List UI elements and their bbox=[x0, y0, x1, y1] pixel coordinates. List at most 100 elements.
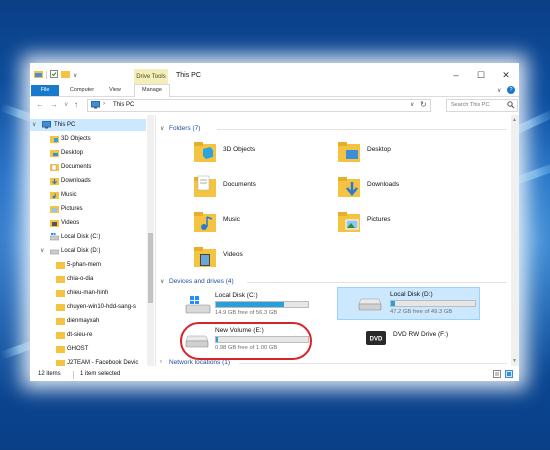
back-icon[interactable]: ← bbox=[36, 100, 44, 109]
folder-documents-icon bbox=[50, 163, 59, 171]
sidebar-item-dienmayxah[interactable]: dienmayxah bbox=[56, 315, 146, 327]
explorer-app-icon bbox=[34, 70, 43, 80]
sidebar-item-label: Desktop bbox=[61, 150, 84, 156]
sidebar-item-documents[interactable]: Documents bbox=[50, 161, 146, 173]
large-icons-view-icon[interactable] bbox=[505, 370, 513, 380]
breadcrumb[interactable]: This PC bbox=[113, 102, 134, 108]
sidebar-item-label: Music bbox=[61, 192, 77, 198]
folder-music-icon bbox=[193, 209, 217, 235]
tab-manage[interactable]: Manage bbox=[134, 84, 170, 97]
collapse-folders-icon[interactable]: ∨ bbox=[160, 125, 164, 132]
sidebar-item-chieu-man-hinh[interactable]: chieu-man-hinh bbox=[56, 287, 146, 299]
scroll-down-icon[interactable]: ▼ bbox=[512, 358, 517, 364]
sidebar-item-local-disk-c[interactable]: Local Disk (C:) bbox=[49, 231, 146, 243]
drive-usage-bar bbox=[215, 301, 309, 308]
maximize-button[interactable]: ☐ bbox=[471, 69, 491, 81]
address-dropdown-icon[interactable]: ∨ bbox=[410, 101, 414, 108]
folder-icon bbox=[56, 289, 65, 297]
folder-downloads-icon bbox=[50, 177, 59, 185]
sidebar-item-label: chieu-man-hinh bbox=[67, 290, 109, 296]
folder-item-videos[interactable]: Videos bbox=[193, 244, 333, 274]
expand-network-icon[interactable]: › bbox=[160, 359, 162, 365]
folder-icon bbox=[56, 261, 65, 269]
folder-item-3d-objects[interactable]: 3D Objects bbox=[193, 139, 333, 169]
drive-icon bbox=[49, 247, 60, 255]
sidebar-scrollbar[interactable] bbox=[147, 115, 154, 366]
folder-music-icon bbox=[50, 191, 59, 199]
recent-locations-icon[interactable]: ∨ bbox=[64, 101, 68, 108]
sidebar-item-downloads[interactable]: Downloads bbox=[50, 175, 146, 187]
forward-icon[interactable]: → bbox=[50, 100, 58, 109]
customize-qat-icon[interactable]: ∨ bbox=[73, 72, 77, 79]
sidebar-item-chia-o-dia[interactable]: chia-o-dia bbox=[56, 273, 146, 285]
sidebar-item-desktop[interactable]: Desktop bbox=[50, 147, 146, 159]
navigation-bar: ← → ∨ ↑ › This PC ∨ ↻ Search This PC bbox=[30, 97, 519, 113]
sidebar-item-label: 3D Objects bbox=[61, 136, 91, 142]
sidebar-item-5-phan-mem[interactable]: 5-phan-mem bbox=[56, 259, 146, 271]
divider bbox=[217, 129, 507, 130]
scroll-up-icon[interactable]: ▲ bbox=[512, 117, 517, 123]
details-view-icon[interactable] bbox=[493, 370, 501, 380]
sidebar-item-videos[interactable]: Videos bbox=[50, 217, 146, 229]
folder-label: Pictures bbox=[367, 216, 391, 223]
computer-icon bbox=[42, 121, 51, 129]
section-header-devices[interactable]: Devices and drives (4) bbox=[169, 278, 234, 285]
title-bar: ∨ Drive Tools This PC – ☐ ✕ bbox=[30, 63, 519, 85]
folder-downloads-icon bbox=[337, 174, 361, 200]
sidebar-item-this-pc[interactable]: ∨ This PC bbox=[30, 119, 146, 131]
sidebar-item-3d-objects[interactable]: 3D Objects bbox=[50, 133, 146, 145]
tab-computer[interactable]: Computer bbox=[66, 85, 98, 96]
svg-text:DVD: DVD bbox=[370, 337, 383, 343]
close-button[interactable]: ✕ bbox=[496, 69, 516, 81]
tab-view[interactable]: View bbox=[103, 85, 127, 96]
sidebar-item-j2team[interactable]: J2TEAM - Facebook Devic bbox=[56, 357, 146, 366]
status-item-count: 12 items bbox=[38, 371, 61, 377]
sidebar-item-chuyen-win10[interactable]: chuyen-win10-hdd-sang-s bbox=[56, 301, 146, 313]
content-scrollbar[interactable]: ▲ ▼ bbox=[511, 115, 519, 366]
drive-windows-icon bbox=[185, 295, 211, 317]
sidebar-item-dt-sieu-re[interactable]: dt-sieu-re bbox=[56, 329, 146, 341]
refresh-icon[interactable]: ↻ bbox=[420, 100, 427, 109]
expand-ribbon-icon[interactable]: ∨ bbox=[497, 87, 501, 94]
sidebar-scrollbar-thumb[interactable] bbox=[148, 233, 153, 303]
folder-desktop-icon bbox=[337, 139, 361, 165]
folder-item-pictures[interactable]: Pictures bbox=[337, 209, 477, 239]
sidebar-item-ghost[interactable]: GHOST bbox=[56, 343, 146, 355]
folder-item-downloads[interactable]: Downloads bbox=[337, 174, 477, 204]
sidebar-item-label: Local Disk (C:) bbox=[61, 234, 101, 240]
contextual-tab-label: Drive Tools bbox=[134, 69, 168, 85]
sidebar-item-label: Pictures bbox=[61, 206, 83, 212]
folder-label: Downloads bbox=[367, 181, 400, 188]
sidebar-item-label: dt-sieu-re bbox=[67, 332, 93, 338]
breadcrumb-separator-icon[interactable]: › bbox=[103, 101, 105, 107]
sidebar-item-music[interactable]: Music bbox=[50, 189, 146, 201]
collapse-devices-icon[interactable]: ∨ bbox=[160, 278, 164, 285]
chevron-down-icon[interactable]: ∨ bbox=[40, 245, 44, 257]
sidebar-item-label: chia-o-dia bbox=[67, 276, 94, 282]
sidebar-item-label: 5-phan-mem bbox=[67, 262, 102, 268]
properties-icon[interactable] bbox=[50, 70, 58, 80]
drive-item-dvd-rw-f[interactable]: DVD DVD RW Drive (F:) bbox=[365, 324, 505, 354]
folder-item-documents[interactable]: Documents bbox=[193, 174, 333, 204]
folder-item-desktop[interactable]: Desktop bbox=[337, 139, 477, 169]
section-header-network[interactable]: Network locations (1) bbox=[169, 359, 230, 366]
sidebar-item-local-disk-d[interactable]: ∨ Local Disk (D:) bbox=[40, 245, 146, 257]
section-header-folders[interactable]: Folders (7) bbox=[169, 125, 200, 132]
folder-label: Music bbox=[223, 216, 240, 223]
folder-label: Videos bbox=[223, 251, 243, 258]
new-folder-icon[interactable] bbox=[61, 70, 70, 80]
drive-item-local-disk-c[interactable]: Local Disk (C:) 14.9 GB free of 56.3 GB bbox=[183, 289, 323, 319]
sidebar-item-label: dienmayxah bbox=[67, 318, 100, 324]
chevron-down-icon[interactable]: ∨ bbox=[32, 119, 36, 131]
address-bar[interactable]: › This PC ∨ ↻ bbox=[87, 99, 431, 112]
drive-usage-fill bbox=[216, 302, 284, 307]
folder-item-music[interactable]: Music bbox=[193, 209, 333, 239]
sidebar-item-pictures[interactable]: Pictures bbox=[50, 203, 146, 215]
folder-3d-icon bbox=[50, 135, 59, 143]
drive-item-local-disk-d[interactable]: Local Disk (D:) 47.2 GB free of 49.3 GB bbox=[337, 287, 480, 320]
help-icon[interactable]: ? bbox=[507, 86, 515, 94]
tab-file[interactable]: File bbox=[31, 85, 59, 96]
up-icon[interactable]: ↑ bbox=[74, 100, 78, 109]
search-input[interactable]: Search This PC bbox=[446, 99, 518, 112]
minimize-button[interactable]: – bbox=[446, 69, 466, 81]
